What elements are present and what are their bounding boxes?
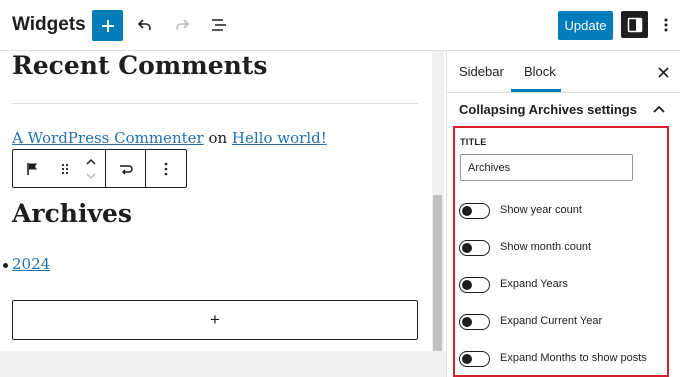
toggle-knob [462, 280, 472, 290]
toggle-label: Expand Years [500, 278, 568, 290]
page-title: Widgets [12, 14, 86, 35]
toggle-switch[interactable] [459, 203, 490, 219]
close-settings-button[interactable] [654, 63, 672, 81]
list-view-button[interactable] [207, 13, 231, 37]
toggle-knob [462, 354, 472, 364]
toggle-label: Expand Months to show posts [500, 352, 647, 364]
plus-icon: + [210, 310, 220, 329]
toggle-switch[interactable] [459, 277, 490, 293]
plus-icon [101, 19, 114, 32]
redo-icon [176, 19, 190, 30]
tab-block[interactable]: Block [524, 51, 556, 92]
drag-handle-icon [61, 163, 69, 174]
toggle-switch[interactable] [459, 351, 490, 367]
tab-sidebar[interactable]: Sidebar [459, 51, 504, 92]
panel-title[interactable]: Collapsing Archives settings [459, 102, 637, 117]
list-view-icon [212, 19, 226, 31]
update-button[interactable]: Update [558, 11, 613, 40]
move-up-down-button[interactable] [77, 150, 105, 187]
comment-author-link[interactable]: A WordPress Commenter [12, 129, 204, 147]
toggle-label: Show year count [500, 204, 582, 216]
flag-icon [27, 162, 37, 175]
undo-button[interactable] [133, 13, 157, 37]
block-appender-button[interactable]: + [12, 300, 418, 340]
toggle-show-year-count[interactable]: Show year count [459, 201, 659, 221]
block-type-button[interactable] [13, 150, 53, 187]
editor-header: Widgets Update [0, 0, 680, 51]
toggle-switch[interactable] [459, 240, 490, 256]
redo-button[interactable] [170, 13, 194, 37]
sidebar-toggle-icon [627, 17, 642, 32]
add-block-button[interactable] [92, 10, 123, 41]
drag-handle[interactable] [53, 150, 77, 187]
archives-heading[interactable]: Archives [12, 199, 132, 228]
settings-sidebar: Sidebar Block Collapsing Archives settin… [446, 51, 680, 377]
more-vertical-icon [164, 162, 168, 175]
latest-comment: A WordPress Commenter on Hello world! [12, 129, 327, 147]
toggle-knob [462, 243, 472, 253]
toggle-expand-months[interactable]: Expand Months to show posts [459, 349, 659, 369]
undo-icon [137, 19, 151, 30]
toggle-expand-years[interactable]: Expand Years [459, 275, 659, 295]
move-up-down-icon [86, 158, 96, 179]
separator [12, 103, 418, 104]
list-bullet [3, 263, 8, 268]
toggle-switch[interactable] [459, 314, 490, 330]
transform-icon [119, 164, 133, 175]
toggle-label: Expand Current Year [500, 315, 603, 327]
recent-comments-heading[interactable]: Recent Comments [12, 51, 267, 80]
block-options-button[interactable] [146, 150, 186, 187]
title-field-label: TITLE [460, 137, 487, 147]
tabs-divider [447, 92, 680, 93]
panel-collapse-toggle[interactable] [651, 101, 667, 117]
toggle-expand-current-year[interactable]: Expand Current Year [459, 312, 659, 332]
block-toolbar [12, 149, 187, 188]
toggle-knob [462, 317, 472, 327]
close-icon [657, 66, 669, 78]
comment-post-link[interactable]: Hello world! [232, 129, 327, 147]
toggle-label: Show month count [500, 241, 592, 253]
archive-year-link[interactable]: 2024 [12, 255, 50, 273]
canvas-scrollbar-thumb[interactable] [433, 195, 442, 351]
canvas-footer-area [0, 351, 446, 377]
more-vertical-icon [664, 18, 668, 32]
settings-toggle-button[interactable] [621, 11, 648, 38]
chevron-up-icon [653, 105, 665, 113]
comment-connector: on [203, 129, 232, 147]
options-button[interactable] [656, 13, 676, 37]
transform-button[interactable] [106, 150, 145, 187]
toggle-knob [462, 206, 472, 216]
title-input[interactable] [460, 154, 633, 181]
editor-canvas: Recent Comments A WordPress Commenter on… [0, 51, 432, 351]
toggle-show-month-count[interactable]: Show month count [459, 238, 659, 258]
